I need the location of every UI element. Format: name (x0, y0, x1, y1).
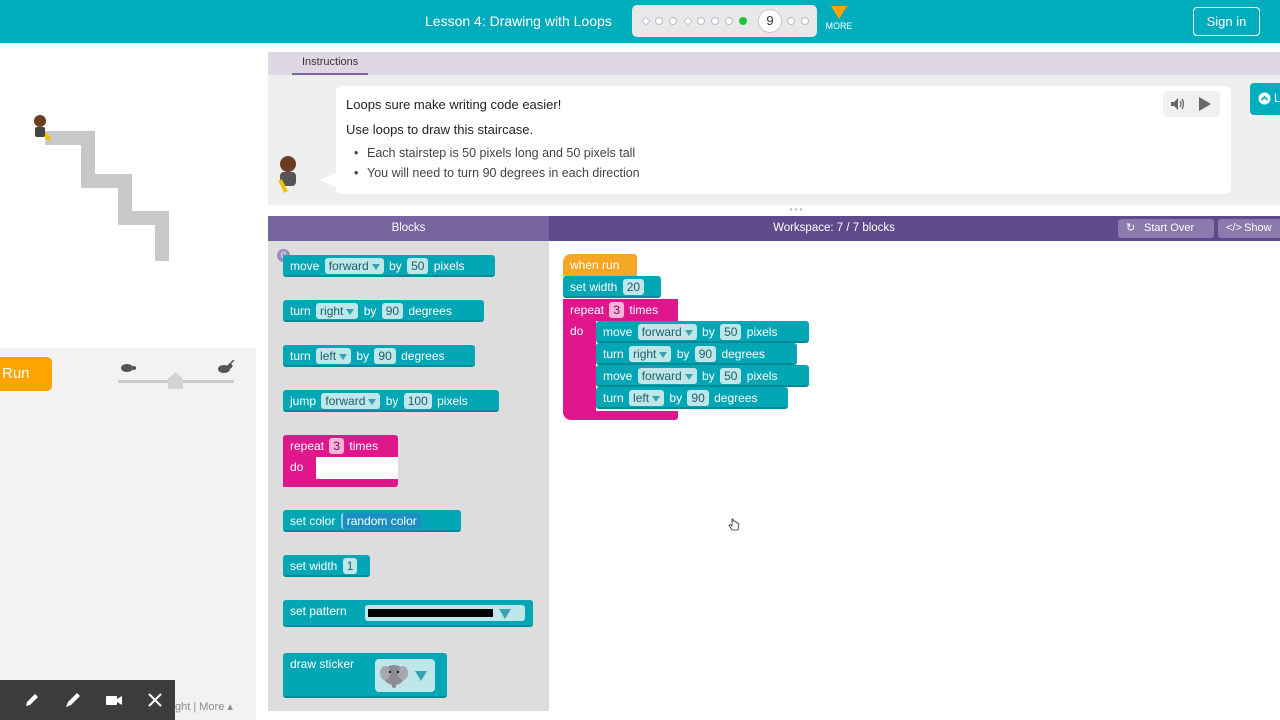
turn-left-block[interactable]: turn left by 90 degrees (283, 345, 475, 367)
elephant-sticker-icon (380, 665, 408, 688)
when-run-block[interactable]: when run (563, 254, 637, 276)
tab-instructions[interactable]: Instructions (302, 56, 358, 68)
staircase-drawing (34, 115, 169, 261)
level-7-marker[interactable] (725, 17, 733, 25)
turn-right-block[interactable]: turn right by 90 degrees (596, 343, 797, 365)
dropdown-arrow-icon (368, 398, 377, 405)
current-level-marker[interactable]: 9 (758, 9, 782, 33)
dropdown-arrow-icon (684, 373, 693, 380)
move-forward-block[interactable]: move forward by 50 pixels (596, 365, 809, 387)
level-10-marker[interactable] (787, 17, 795, 25)
dropdown-arrow-icon (652, 395, 661, 402)
highlighter-icon[interactable] (63, 690, 83, 710)
turtle-slow-icon (121, 364, 136, 372)
pattern-line-swatch (368, 609, 493, 617)
bullet-item: Each stairstep is 50 pixels long and 50 … (354, 146, 640, 166)
level-8-marker-completed[interactable] (739, 17, 747, 25)
repeat-do-label: do (570, 324, 584, 338)
set-width-block[interactable]: set width 1 (283, 555, 370, 577)
sign-in-button[interactable]: Sign in (1193, 7, 1260, 36)
show-code-label: Show (1244, 222, 1272, 234)
side-panel-button[interactable]: L (1250, 83, 1280, 115)
restart-icon: ↻ (1126, 222, 1136, 234)
dropdown-arrow-icon (659, 351, 668, 358)
start-over-button[interactable]: ↻ Start Over (1118, 219, 1214, 238)
top-header: Lesson 4: Drawing with Loops 9 MORE Sign… (0, 0, 1280, 43)
turn-right-block[interactable]: turn right by 90 degrees (283, 300, 484, 322)
code-icon: </> (1226, 222, 1242, 234)
audio-controls (1163, 91, 1220, 117)
level-11-marker[interactable] (801, 17, 809, 25)
repeat-do-label: do (290, 460, 304, 474)
move-forward-block[interactable]: move forward by 50 pixels (283, 255, 495, 277)
active-tab-indicator (292, 73, 368, 75)
instruction-line-1: Loops sure make writing code easier! (346, 97, 562, 112)
run-button[interactable]: Run (0, 357, 52, 391)
instruction-line-2: Use loops to draw this staircase. (346, 122, 534, 137)
dropdown-arrow-icon (499, 609, 511, 619)
lesson-title[interactable]: Lesson 4: Drawing with Loops (425, 13, 612, 29)
move-forward-block[interactable]: move forward by 50 pixels (596, 321, 809, 343)
more-levels-button[interactable]: MORE (822, 6, 856, 31)
sticker-dropdown[interactable] (375, 659, 435, 692)
start-over-label: Start Over (1144, 222, 1195, 234)
level-3-marker[interactable] (669, 17, 677, 25)
jump-forward-block[interactable]: jump forward by 100 pixels (283, 390, 499, 412)
close-icon[interactable] (145, 690, 165, 710)
controls-area (0, 348, 256, 720)
block-toolbox: 0 move forward by 50 pixels turn right b… (268, 241, 549, 711)
level-1-marker[interactable] (641, 16, 651, 26)
blocks-header: Blocks (268, 216, 549, 241)
dropdown-arrow-icon (346, 308, 355, 315)
footer-links[interactable]: ght | More ▴ (175, 700, 233, 713)
draw-sticker-block[interactable]: draw sticker (283, 653, 447, 698)
dropdown-arrow-icon (415, 671, 427, 681)
set-pattern-block[interactable]: set pattern (283, 600, 533, 627)
resize-grip-icon[interactable] (789, 207, 803, 212)
more-label: MORE (825, 21, 853, 31)
pattern-dropdown[interactable] (365, 605, 525, 621)
workspace-header: Workspace: 7 / 7 blocks ↻ Start Over </>… (549, 216, 1280, 241)
instruction-bullets: Each stairstep is 50 pixels long and 50 … (354, 146, 640, 186)
speaker-icon[interactable] (1170, 97, 1186, 111)
pencil-icon[interactable] (22, 690, 42, 710)
level-progress-bar: 9 (632, 5, 817, 37)
bullet-item: You will need to turn 90 degrees in each… (354, 166, 640, 186)
set-color-block[interactable]: set color random color (283, 510, 461, 532)
level-4-marker[interactable] (683, 16, 693, 26)
play-icon[interactable] (1198, 97, 1211, 111)
dropdown-arrow-icon (371, 263, 380, 270)
visualization-canvas (0, 43, 256, 348)
workspace-title: Workspace: 7 / 7 blocks (773, 222, 895, 234)
level-5-marker[interactable] (697, 17, 705, 25)
dropdown-arrow-icon (339, 353, 348, 360)
chevron-up-circle-icon (1258, 92, 1271, 105)
more-arrow-icon (831, 6, 847, 19)
code-workspace[interactable]: when run set width 20 repeat 3 times do … (549, 241, 1280, 720)
turn-left-block[interactable]: turn left by 90 degrees (596, 387, 788, 409)
artist-character-icon (34, 115, 52, 142)
show-code-button[interactable]: </> Show (1218, 219, 1280, 238)
side-button-label: L (1274, 91, 1280, 105)
dropdown-arrow-icon (684, 329, 693, 336)
set-width-block[interactable]: set width 20 (563, 276, 661, 298)
level-6-marker[interactable] (711, 17, 719, 25)
annotation-toolbar (0, 680, 175, 720)
hand-cursor-icon (728, 518, 740, 531)
level-2-marker[interactable] (655, 17, 663, 25)
artist-avatar-icon (278, 156, 296, 193)
rabbit-fast-icon (218, 360, 235, 373)
video-camera-icon[interactable] (104, 690, 124, 710)
instructions-tab-bar: Instructions (268, 52, 1280, 75)
